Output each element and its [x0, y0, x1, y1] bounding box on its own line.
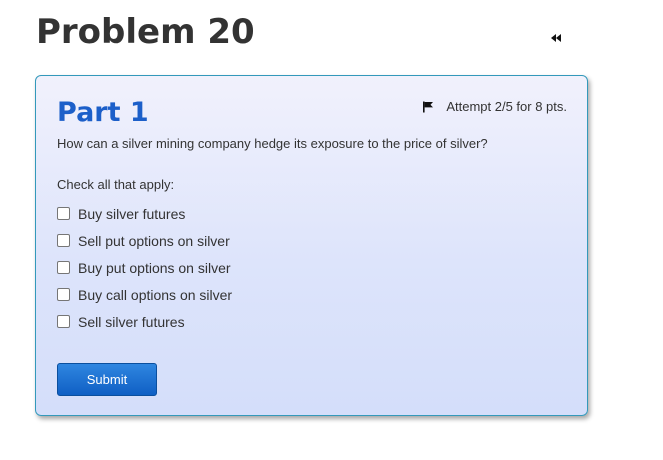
double-chevron-left-icon — [551, 34, 561, 42]
problem-title: Problem 20 — [36, 12, 255, 52]
option-label[interactable]: Sell silver futures — [78, 314, 185, 330]
option-label[interactable]: Sell put options on silver — [78, 233, 230, 249]
option-label[interactable]: Buy silver futures — [78, 206, 185, 222]
option-label[interactable]: Buy put options on silver — [78, 260, 231, 276]
answer-option[interactable]: Sell put options on silver — [55, 227, 232, 254]
option-label[interactable]: Buy call options on silver — [78, 287, 232, 303]
question-text: How can a silver mining company hedge it… — [57, 136, 488, 151]
answer-option[interactable]: Buy silver futures — [55, 200, 232, 227]
option-checkbox[interactable] — [57, 234, 70, 247]
option-checkbox[interactable] — [57, 288, 70, 301]
instructions-text: Check all that apply: — [57, 177, 175, 192]
part-title: Part 1 — [57, 97, 149, 128]
attempt-text: Attempt 2/5 for 8 pts. — [446, 99, 567, 114]
answer-option[interactable]: Buy call options on silver — [55, 281, 232, 308]
option-checkbox[interactable] — [57, 315, 70, 328]
answer-option[interactable]: Buy put options on silver — [55, 254, 232, 281]
answer-options: Buy silver futures Sell put options on s… — [55, 200, 232, 335]
flag-icon[interactable] — [422, 101, 434, 113]
collapse-button[interactable] — [549, 31, 563, 45]
answer-option[interactable]: Sell silver futures — [55, 308, 232, 335]
attempt-info: Attempt 2/5 for 8 pts. — [422, 99, 567, 114]
option-checkbox[interactable] — [57, 207, 70, 220]
part-card: Part 1 Attempt 2/5 for 8 pts. How can a … — [35, 75, 588, 416]
option-checkbox[interactable] — [57, 261, 70, 274]
submit-button[interactable]: Submit — [57, 363, 157, 396]
